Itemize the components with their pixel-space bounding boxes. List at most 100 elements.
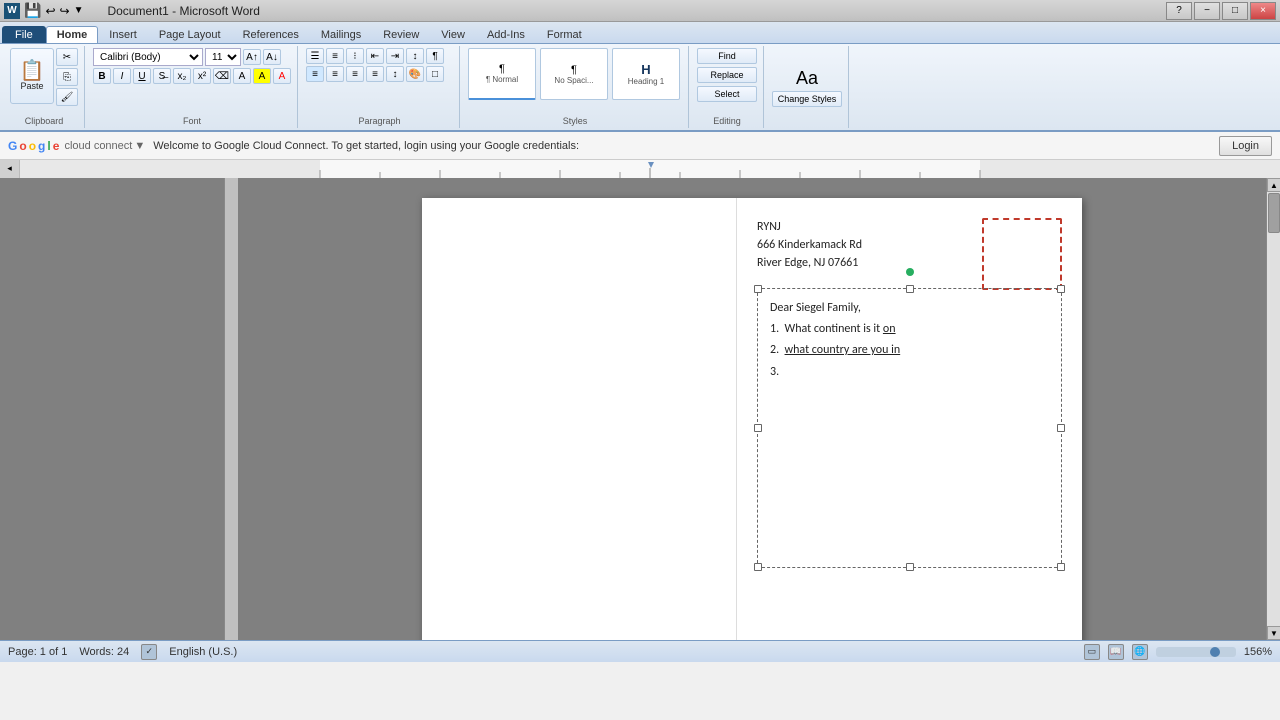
- align-right-button[interactable]: ≡: [346, 66, 364, 82]
- strikethrough-button[interactable]: S̶: [153, 68, 171, 84]
- font-family-select[interactable]: Calibri (Body): [93, 48, 203, 66]
- decrease-indent-button[interactable]: ⇤: [366, 48, 384, 64]
- subscript-button[interactable]: x₂: [173, 68, 191, 84]
- multilevel-list-button[interactable]: ⁝: [346, 48, 364, 64]
- zoom-slider[interactable]: [1156, 647, 1236, 657]
- highlight-button[interactable]: A: [253, 68, 271, 84]
- login-button[interactable]: Login: [1219, 136, 1272, 156]
- ribbon-tabs: File Home Insert Page Layout References …: [0, 22, 1280, 44]
- ribbon: 📋 Paste ✂ ⎘ 🖌 Clipboard Calibri (Body) 1…: [0, 44, 1280, 132]
- handle-middle-right[interactable]: [1057, 424, 1065, 432]
- document-page-container[interactable]: RYNJ 666 Kinderkamack Rd River Edge, NJ …: [238, 178, 1266, 640]
- scroll-thumb[interactable]: [1268, 193, 1280, 233]
- find-button[interactable]: Find: [697, 48, 757, 64]
- tab-file[interactable]: File: [2, 26, 46, 43]
- quick-undo-icon[interactable]: ↩: [45, 4, 55, 18]
- italic-button[interactable]: I: [113, 68, 131, 84]
- title-bar: W 💾 ↩ ↪ ▼ Document1 - Microsoft Word ? −…: [0, 0, 1280, 22]
- ruler-collapse-button[interactable]: ◂: [0, 160, 20, 178]
- scroll-track: [1267, 192, 1280, 626]
- handle-bottom-left[interactable]: [754, 563, 762, 571]
- text-box[interactable]: Dear Siegel Family, 1. What continent is…: [757, 288, 1062, 568]
- minimize-btn[interactable]: −: [1194, 2, 1220, 20]
- superscript-button[interactable]: x²: [193, 68, 211, 84]
- bold-button[interactable]: B: [93, 68, 111, 84]
- page-left-half: [422, 198, 737, 640]
- tab-home[interactable]: Home: [46, 26, 99, 43]
- replace-button[interactable]: Replace: [697, 67, 757, 83]
- right-scrollbar[interactable]: ▲ ▼: [1266, 178, 1280, 640]
- handle-top-middle[interactable]: [906, 285, 914, 293]
- ruler: ◂: [0, 160, 1280, 178]
- view-web-icon[interactable]: 🌐: [1132, 644, 1148, 660]
- handle-bottom-right[interactable]: [1057, 563, 1065, 571]
- rotate-handle[interactable]: [906, 268, 914, 276]
- word-count: Words: 24: [79, 646, 129, 658]
- document-area: RYNJ 666 Kinderkamack Rd River Edge, NJ …: [0, 178, 1280, 640]
- scroll-down-button[interactable]: ▼: [1267, 626, 1280, 640]
- view-normal-icon[interactable]: ▭: [1084, 644, 1100, 660]
- help-btn[interactable]: ?: [1166, 2, 1192, 20]
- font-size-increase-btn[interactable]: A↑: [243, 49, 261, 65]
- proofing-icon[interactable]: ✓: [141, 644, 157, 660]
- view-reader-icon[interactable]: 📖: [1108, 644, 1124, 660]
- tab-format[interactable]: Format: [536, 26, 593, 43]
- tab-references[interactable]: References: [232, 26, 310, 43]
- font-size-decrease-btn[interactable]: A↓: [263, 49, 281, 65]
- styles-label: Styles: [563, 116, 588, 126]
- change-styles-button[interactable]: Change Styles: [772, 91, 842, 107]
- handle-middle-left[interactable]: [754, 424, 762, 432]
- clipboard-content: 📋 Paste ✂ ⎘ 🖌: [10, 48, 78, 114]
- tab-view[interactable]: View: [430, 26, 476, 43]
- close-btn[interactable]: ×: [1250, 2, 1276, 20]
- bullet-list-button[interactable]: ☰: [306, 48, 324, 64]
- quick-redo-icon[interactable]: ↪: [60, 4, 70, 18]
- cut-button[interactable]: ✂: [56, 48, 78, 66]
- sort-button[interactable]: ↕: [406, 48, 424, 64]
- handle-top-right[interactable]: [1057, 285, 1065, 293]
- tab-page-layout[interactable]: Page Layout: [148, 26, 232, 43]
- underline-button[interactable]: U: [133, 68, 151, 84]
- window-controls[interactable]: ? − □ ×: [1166, 2, 1276, 20]
- increase-indent-button[interactable]: ⇥: [386, 48, 404, 64]
- tab-review[interactable]: Review: [372, 26, 430, 43]
- shading-button[interactable]: 🎨: [406, 66, 424, 82]
- borders-button[interactable]: □: [426, 66, 444, 82]
- font-group: Calibri (Body) 11 A↑ A↓ B I U S̶ x₂ x² ⌫…: [87, 46, 298, 128]
- customize-icon[interactable]: ▼: [74, 5, 84, 16]
- format-painter-button[interactable]: 🖌: [56, 88, 78, 106]
- tab-insert[interactable]: Insert: [98, 26, 148, 43]
- select-button[interactable]: Select: [697, 86, 757, 102]
- tab-mailings[interactable]: Mailings: [310, 26, 372, 43]
- statusbar-right: ▭ 📖 🌐 156%: [1084, 644, 1272, 660]
- tab-add-ins[interactable]: Add-Ins: [476, 26, 536, 43]
- window-title: Document1 - Microsoft Word: [107, 4, 260, 18]
- font-color-button[interactable]: A: [273, 68, 291, 84]
- align-center-button[interactable]: ≡: [326, 66, 344, 82]
- language: English (U.S.): [169, 646, 237, 658]
- line-spacing-button[interactable]: ↕: [386, 66, 404, 82]
- quick-save-icon[interactable]: 💾: [24, 2, 41, 19]
- page-right-half[interactable]: RYNJ 666 Kinderkamack Rd River Edge, NJ …: [737, 198, 1082, 640]
- styles-group: ¶ ¶ Normal ¶ No Spaci... H Heading 1 Sty…: [462, 46, 689, 128]
- handle-bottom-middle[interactable]: [906, 563, 914, 571]
- zoom-thumb[interactable]: [1210, 647, 1220, 657]
- handle-top-left[interactable]: [754, 285, 762, 293]
- paste-button[interactable]: 📋 Paste: [10, 48, 54, 104]
- font-size-select[interactable]: 11: [205, 48, 241, 66]
- numbered-list-button[interactable]: ≡: [326, 48, 344, 64]
- text-effects-button[interactable]: A: [233, 68, 251, 84]
- style-normal-button[interactable]: ¶ ¶ Normal: [468, 48, 536, 100]
- list-item-1: 1. What continent is it on: [770, 320, 1049, 339]
- show-hide-button[interactable]: ¶: [426, 48, 444, 64]
- status-bar: Page: 1 of 1 Words: 24 ✓ English (U.S.) …: [0, 640, 1280, 662]
- style-no-spacing-button[interactable]: ¶ No Spaci...: [540, 48, 608, 100]
- scroll-up-button[interactable]: ▲: [1267, 178, 1280, 192]
- align-left-button[interactable]: ≡: [306, 66, 324, 82]
- clear-format-button[interactable]: ⌫: [213, 68, 231, 84]
- copy-button[interactable]: ⎘: [56, 68, 78, 86]
- style-heading1-button[interactable]: H Heading 1: [612, 48, 680, 100]
- restore-btn[interactable]: □: [1222, 2, 1248, 20]
- justify-button[interactable]: ≡: [366, 66, 384, 82]
- editing-label: Editing: [713, 116, 741, 126]
